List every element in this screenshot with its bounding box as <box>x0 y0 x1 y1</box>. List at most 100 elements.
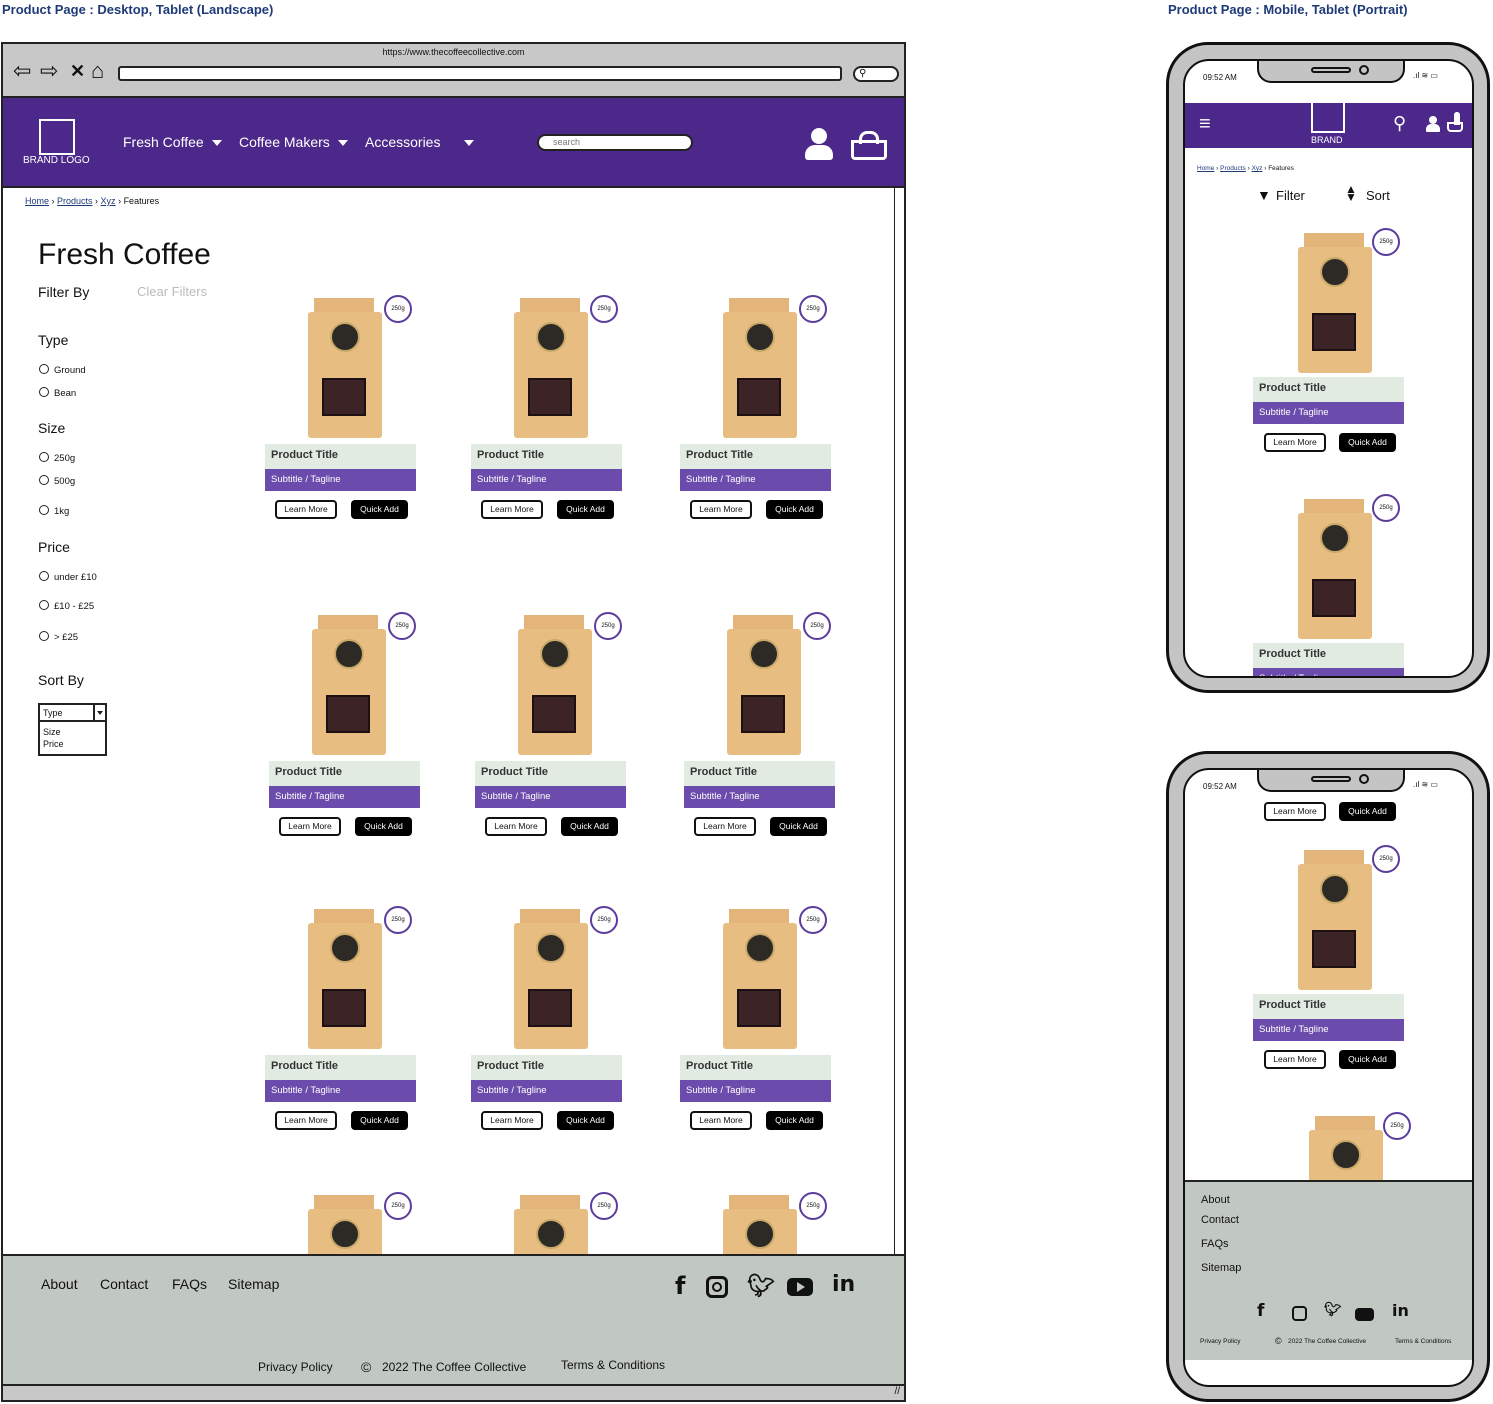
product-title[interactable]: Product Title <box>471 1055 622 1080</box>
quick-add-button[interactable]: Quick Add <box>766 500 823 519</box>
forward-arrow-icon[interactable]: ⇨ <box>40 60 58 82</box>
footer-link-about[interactable]: About <box>41 1276 78 1292</box>
product-image[interactable] <box>723 298 797 438</box>
quick-add-button[interactable]: Quick Add <box>1339 802 1396 821</box>
product-image[interactable] <box>308 909 382 1049</box>
twitter-icon[interactable]: 🐦︎ <box>1324 1302 1342 1318</box>
product-image[interactable] <box>518 615 592 755</box>
footer-link-sitemap[interactable]: Sitemap <box>1201 1262 1241 1274</box>
product-title[interactable]: Product Title <box>1253 994 1404 1019</box>
instagram-icon[interactable] <box>706 1276 728 1298</box>
breadcrumb-xyz[interactable]: Xyz <box>1252 165 1263 172</box>
product-image[interactable] <box>308 298 382 438</box>
learn-more-button[interactable]: Learn More <box>694 817 756 836</box>
product-title[interactable]: Product Title <box>1253 643 1404 668</box>
instagram-icon[interactable] <box>1292 1306 1307 1321</box>
product-image[interactable] <box>312 615 386 755</box>
filter-option-250g[interactable]: 250g <box>39 452 75 464</box>
product-image[interactable] <box>1298 850 1372 990</box>
learn-more-button[interactable]: Learn More <box>1264 802 1326 821</box>
learn-more-button[interactable]: Learn More <box>481 500 543 519</box>
address-bar[interactable] <box>118 66 842 81</box>
quick-add-button[interactable]: Quick Add <box>770 817 827 836</box>
product-title[interactable]: Product Title <box>680 1055 831 1080</box>
footer-link-faqs[interactable]: FAQs <box>1201 1238 1229 1250</box>
nav-item-fresh-coffee[interactable]: Fresh Coffee <box>123 134 204 150</box>
learn-more-button[interactable]: Learn More <box>690 500 752 519</box>
learn-more-button[interactable]: Learn More <box>275 1111 337 1130</box>
filter-option-1kg[interactable]: 1kg <box>39 505 69 517</box>
chevron-down-icon[interactable] <box>338 140 348 146</box>
product-image[interactable] <box>308 1195 382 1254</box>
product-title[interactable]: Product Title <box>471 444 622 469</box>
home-icon[interactable]: ⌂ <box>91 60 104 82</box>
product-title[interactable]: Product Title <box>684 761 835 786</box>
basket-icon[interactable] <box>1447 112 1463 132</box>
quick-add-button[interactable]: Quick Add <box>355 817 412 836</box>
product-image[interactable] <box>514 298 588 438</box>
quick-add-button[interactable]: Quick Add <box>557 1111 614 1130</box>
quick-add-button[interactable]: Quick Add <box>561 817 618 836</box>
youtube-icon[interactable] <box>1355 1308 1374 1321</box>
sort-option-size[interactable]: Size <box>43 727 61 737</box>
product-title[interactable]: Product Title <box>1253 377 1404 402</box>
footer-privacy-link[interactable]: Privacy Policy <box>1200 1338 1240 1345</box>
learn-more-button[interactable]: Learn More <box>485 817 547 836</box>
facebook-icon[interactable]: f <box>675 1272 685 1300</box>
product-image[interactable] <box>1298 499 1372 639</box>
filter-option-500g[interactable]: 500g <box>39 475 75 487</box>
breadcrumb-products[interactable]: Products <box>57 196 93 206</box>
vertical-scrollbar[interactable] <box>894 188 904 1254</box>
nav-item-accessories[interactable]: Accessories <box>365 134 440 150</box>
quick-add-button[interactable]: Quick Add <box>1339 433 1396 452</box>
product-image[interactable] <box>727 615 801 755</box>
product-title[interactable]: Product Title <box>265 1055 416 1080</box>
search-input[interactable]: search <box>537 134 693 151</box>
brand-logo-box[interactable] <box>39 119 75 155</box>
search-icon[interactable]: ⚲ <box>1393 113 1406 134</box>
learn-more-button[interactable]: Learn More <box>275 500 337 519</box>
sort-button[interactable]: Sort <box>1366 188 1390 203</box>
footer-terms-link[interactable]: Terms & Conditions <box>1395 1338 1451 1345</box>
user-icon[interactable] <box>805 128 833 162</box>
product-image[interactable] <box>1298 233 1372 373</box>
facebook-icon[interactable]: f <box>1257 1301 1264 1321</box>
back-arrow-icon[interactable]: ⇦ <box>13 60 31 82</box>
search-icon[interactable]: ⚲ <box>853 66 899 82</box>
chevron-down-icon[interactable] <box>93 705 105 722</box>
sort-icon[interactable]: ▲ ▼ <box>1345 183 1357 203</box>
hamburger-menu-icon[interactable]: ≡ <box>1199 113 1211 136</box>
close-icon[interactable]: ✕ <box>70 60 85 82</box>
quick-add-button[interactable]: Quick Add <box>766 1111 823 1130</box>
filter-option-bean[interactable]: Bean <box>39 387 76 399</box>
linkedin-icon[interactable]: in <box>1392 1301 1409 1320</box>
twitter-icon[interactable]: 🐦︎ <box>747 1274 775 1299</box>
product-title[interactable]: Product Title <box>680 444 831 469</box>
chevron-down-icon[interactable] <box>212 140 222 146</box>
breadcrumb-home[interactable]: Home <box>25 196 49 206</box>
quick-add-button[interactable]: Quick Add <box>351 500 408 519</box>
clear-filters-link[interactable]: Clear Filters <box>137 284 207 299</box>
footer-link-about[interactable]: About <box>1201 1194 1230 1206</box>
filter-icon[interactable]: ▼ <box>1257 187 1271 203</box>
product-image[interactable] <box>514 1195 588 1254</box>
user-icon[interactable] <box>1426 116 1440 132</box>
product-image[interactable] <box>723 909 797 1049</box>
learn-more-button[interactable]: Learn More <box>690 1111 752 1130</box>
breadcrumb-products[interactable]: Products <box>1220 165 1246 172</box>
brand-logo-box[interactable] <box>1311 99 1345 133</box>
learn-more-button[interactable]: Learn More <box>1264 433 1326 452</box>
footer-link-faqs[interactable]: FAQs <box>172 1276 207 1292</box>
footer-link-contact[interactable]: Contact <box>1201 1214 1239 1226</box>
youtube-icon[interactable] <box>787 1278 813 1296</box>
learn-more-button[interactable]: Learn More <box>279 817 341 836</box>
sort-select[interactable]: Type Size Price <box>38 703 107 756</box>
sort-option-price[interactable]: Price <box>43 739 64 749</box>
footer-link-sitemap[interactable]: Sitemap <box>228 1276 279 1292</box>
breadcrumb-xyz[interactable]: Xyz <box>101 196 116 206</box>
footer-link-contact[interactable]: Contact <box>100 1276 148 1292</box>
filter-option-under-10[interactable]: under £10 <box>39 571 97 583</box>
product-image[interactable] <box>514 909 588 1049</box>
filter-option-over-25[interactable]: > £25 <box>39 631 78 643</box>
product-title[interactable]: Product Title <box>269 761 420 786</box>
